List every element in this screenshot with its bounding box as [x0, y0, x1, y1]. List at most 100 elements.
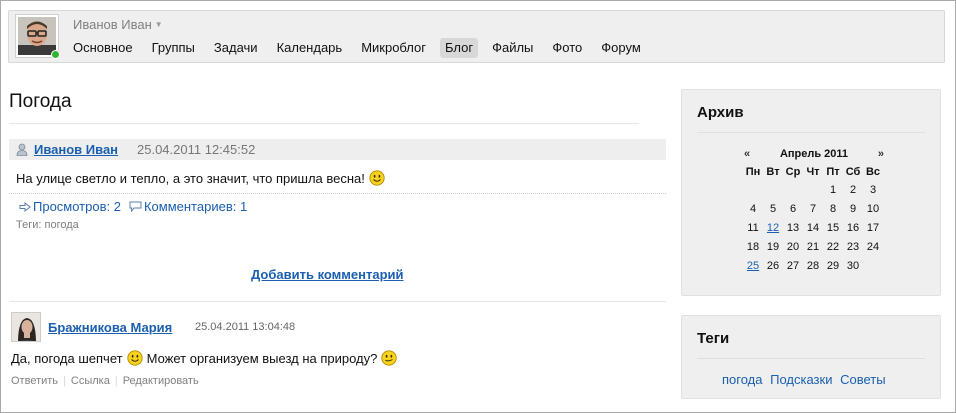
- calendar-empty-cell: [783, 181, 803, 200]
- arrow-right-icon: [19, 201, 31, 212]
- calendar-day: 4: [749, 203, 757, 215]
- calendar-empty-cell: [763, 181, 783, 200]
- comment-text-part2: Может организуем выезд на природу?: [146, 350, 378, 366]
- user-name-menu[interactable]: Иванов Иван ▼: [73, 17, 163, 32]
- comment-avatar-photo: [12, 313, 40, 341]
- user-name-label: Иванов Иван: [73, 17, 152, 32]
- calendar-day: 14: [806, 222, 820, 234]
- page-title: Погода: [9, 91, 72, 112]
- nav-item-main[interactable]: Основное: [68, 38, 138, 58]
- calendar-day[interactable]: 12: [763, 219, 783, 238]
- weekday-row: Пн Вт Ср Чт Пт Сб Вс: [743, 164, 883, 181]
- comment-divider: [9, 301, 666, 302]
- tags-divider: [697, 358, 925, 359]
- comment-text-part1: Да, погода шепчет: [11, 350, 123, 366]
- calendar-week-row: 4 5 6 7 8 9 10: [743, 200, 883, 219]
- calendar-month-label: Апрель 2011: [779, 148, 849, 160]
- nav-item-photo[interactable]: Фото: [547, 38, 587, 58]
- weekday-label: Пт: [826, 166, 840, 178]
- post-date: 25.04.2011 12:45:52: [137, 142, 256, 157]
- archive-panel: Архив « Апрель 2011 » Пн Вт Ср Чт Пт Сб …: [681, 89, 941, 296]
- archive-divider: [697, 132, 925, 133]
- tag-cloud: погода Подсказки Советы: [722, 372, 890, 387]
- views-link[interactable]: Просмотров: 2: [19, 199, 121, 214]
- tags-panel: Теги погода Подсказки Советы: [681, 315, 941, 399]
- calendar-day: 30: [846, 260, 860, 272]
- nav-item-tasks[interactable]: Задачи: [209, 38, 263, 58]
- weekday-label: Пн: [745, 166, 761, 178]
- calendar-day: 10: [866, 203, 880, 215]
- calendar-day: 1: [829, 184, 837, 196]
- calendar-day: 28: [806, 260, 820, 272]
- title-divider: [9, 123, 639, 124]
- post-tags: Теги: погода: [16, 219, 79, 231]
- calendar-day: 7: [809, 203, 817, 215]
- calendar-week-row: 11 12 13 14 15 16 17: [743, 219, 883, 238]
- prev-month-button[interactable]: «: [744, 148, 750, 160]
- avatar-photo: [18, 17, 56, 55]
- main-nav: Основное Группы Задачи Календарь Микробл…: [68, 38, 655, 58]
- nav-item-files[interactable]: Файлы: [487, 38, 538, 58]
- calendar-day: 15: [826, 222, 840, 234]
- add-comment-link[interactable]: Добавить комментарий: [251, 267, 404, 282]
- tags-title: Теги: [697, 330, 730, 347]
- online-status-icon: [51, 50, 60, 59]
- tag-link[interactable]: Подсказки: [770, 372, 832, 387]
- nav-item-microblog[interactable]: Микроблог: [356, 38, 431, 58]
- calendar-day[interactable]: 25: [743, 257, 763, 276]
- calendar-day: 26: [766, 260, 780, 272]
- weekday-label: Ср: [785, 166, 801, 178]
- calendar-day: 29: [826, 260, 840, 272]
- nav-item-groups[interactable]: Группы: [147, 38, 200, 58]
- nav-item-calendar[interactable]: Календарь: [272, 38, 348, 58]
- comments-label: Комментариев: 1: [143, 199, 248, 214]
- archive-title: Архив: [697, 104, 744, 121]
- person-icon: [16, 143, 28, 156]
- reply-link[interactable]: Ответить: [11, 375, 58, 387]
- post-text: На улице светло и тепло, а это значит, ч…: [16, 170, 365, 186]
- calendar-day: 20: [786, 241, 800, 253]
- nav-item-forum[interactable]: Форум: [596, 38, 646, 58]
- comment-date: 25.04.2011 13:04:48: [195, 321, 296, 333]
- calendar-day: 24: [866, 241, 880, 253]
- views-label: Просмотров: 2: [33, 199, 121, 214]
- calendar-week-row: 18 19 20 21 22 23 24: [743, 238, 883, 257]
- post-divider: [9, 193, 666, 194]
- post-body: На улице светло и тепло, а это значит, ч…: [16, 170, 385, 186]
- calendar-day: 13: [786, 222, 800, 234]
- calendar-day: 6: [789, 203, 797, 215]
- calendar-day: 2: [849, 184, 857, 196]
- user-header: Иванов Иван ▼ Основное Группы Задачи Кале…: [8, 10, 945, 63]
- nav-item-blog[interactable]: Блог: [440, 38, 479, 58]
- smiley-icon: [369, 170, 385, 186]
- calendar-header: « Апрель 2011 »: [744, 148, 884, 160]
- comment-body: Да, погода шепчет Может организуем выезд…: [11, 350, 398, 366]
- weekday-label: Сб: [845, 166, 861, 178]
- calendar-day: 5: [769, 203, 777, 215]
- edit-link[interactable]: Редактировать: [123, 375, 199, 387]
- comment-actions: Ответить | Ссылка | Редактировать: [11, 375, 199, 387]
- permalink-link[interactable]: Ссылка: [71, 375, 110, 387]
- calendar-day: 17: [866, 222, 880, 234]
- user-avatar[interactable]: [15, 14, 60, 59]
- action-separator: |: [114, 375, 118, 387]
- calendar-day: 22: [826, 241, 840, 253]
- calendar-day: 23: [846, 241, 860, 253]
- calendar-week-row: 123: [743, 181, 883, 200]
- comment-author-link[interactable]: Бражникова Мария: [48, 320, 172, 335]
- calendar-empty-cell: [743, 181, 763, 200]
- calendar-day: 18: [746, 241, 760, 253]
- comments-link[interactable]: Комментариев: 1: [129, 199, 247, 214]
- calendar-week-row: 25 26 27 28 29 30: [743, 257, 883, 276]
- post-stats: Просмотров: 2 Комментариев: 1: [19, 199, 255, 214]
- comment-avatar[interactable]: [11, 312, 41, 342]
- smiley-icon: [126, 350, 143, 366]
- tag-link[interactable]: погода: [722, 372, 763, 387]
- post-header: Иванов Иван 25.04.2011 12:45:52: [9, 139, 666, 160]
- calendar-day: 9: [849, 203, 857, 215]
- post-author-link[interactable]: Иванов Иван: [34, 142, 118, 157]
- next-month-button[interactable]: »: [878, 148, 884, 160]
- caret-down-icon: ▼: [154, 20, 163, 29]
- calendar-grid: Пн Вт Ср Чт Пт Сб Вс 1 2 3 4 5 6 7 8 9 10 11 12 13 14…: [743, 164, 883, 276]
- tag-link[interactable]: Советы: [840, 372, 885, 387]
